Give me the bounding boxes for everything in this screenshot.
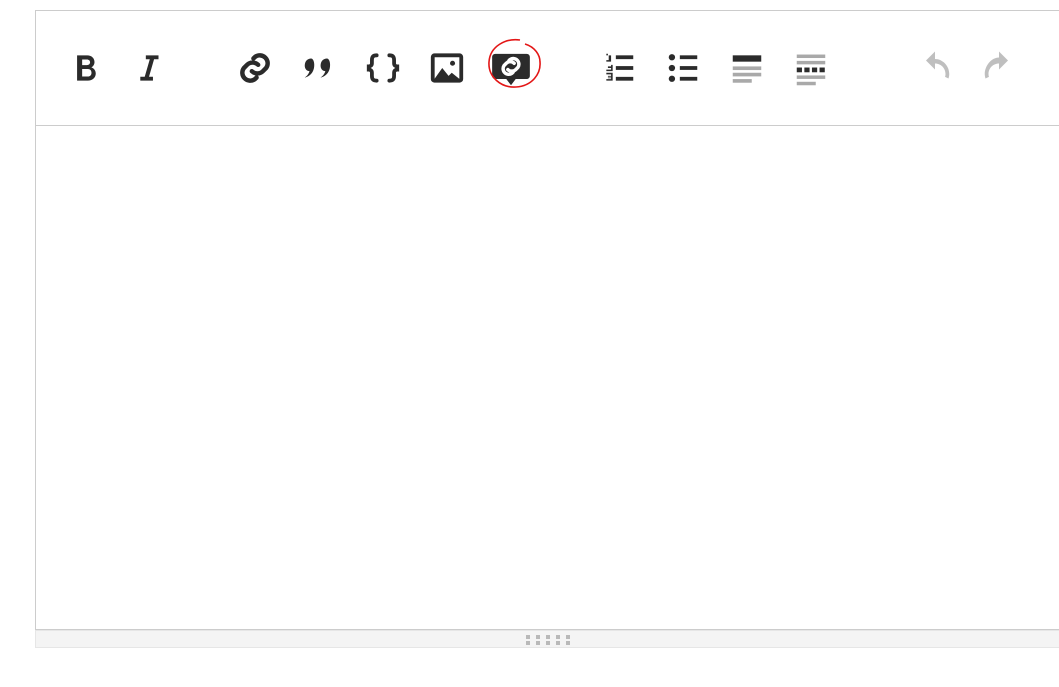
annotation-circle [484, 34, 543, 91]
heading-button[interactable] [726, 47, 768, 89]
code-block-button[interactable] [362, 47, 404, 89]
image-icon [428, 49, 466, 87]
editor-textarea[interactable] [36, 126, 1059, 629]
italic-button[interactable] [128, 47, 170, 89]
italic-icon [130, 49, 168, 87]
blockquote-button[interactable] [298, 47, 340, 89]
link-button[interactable] [234, 47, 276, 89]
bold-button[interactable] [64, 47, 106, 89]
redo-button[interactable] [978, 47, 1020, 89]
code-braces-icon [364, 49, 402, 87]
unordered-list-button[interactable] [662, 47, 704, 89]
editor-toolbar [36, 11, 1059, 126]
stack-snippet-button[interactable] [490, 47, 532, 89]
ordered-list-button[interactable] [598, 47, 640, 89]
toolbar-group-insert [234, 47, 532, 89]
editor-container [35, 10, 1059, 630]
horizontal-rule-button[interactable] [790, 47, 832, 89]
heading-icon [728, 49, 766, 87]
resize-handle[interactable] [35, 630, 1059, 648]
toolbar-group-text-style [64, 47, 170, 89]
horizontal-rule-icon [792, 49, 830, 87]
bold-icon [66, 49, 104, 87]
undo-icon [917, 50, 953, 86]
link-icon [236, 49, 274, 87]
redo-icon [981, 50, 1017, 86]
toolbar-group-history [914, 47, 1020, 89]
image-button[interactable] [426, 47, 468, 89]
toolbar-group-lists [598, 47, 832, 89]
ordered-list-icon [600, 49, 638, 87]
grip-icon [526, 635, 570, 644]
unordered-list-icon [664, 49, 702, 87]
quote-icon [300, 49, 338, 87]
undo-button[interactable] [914, 47, 956, 89]
